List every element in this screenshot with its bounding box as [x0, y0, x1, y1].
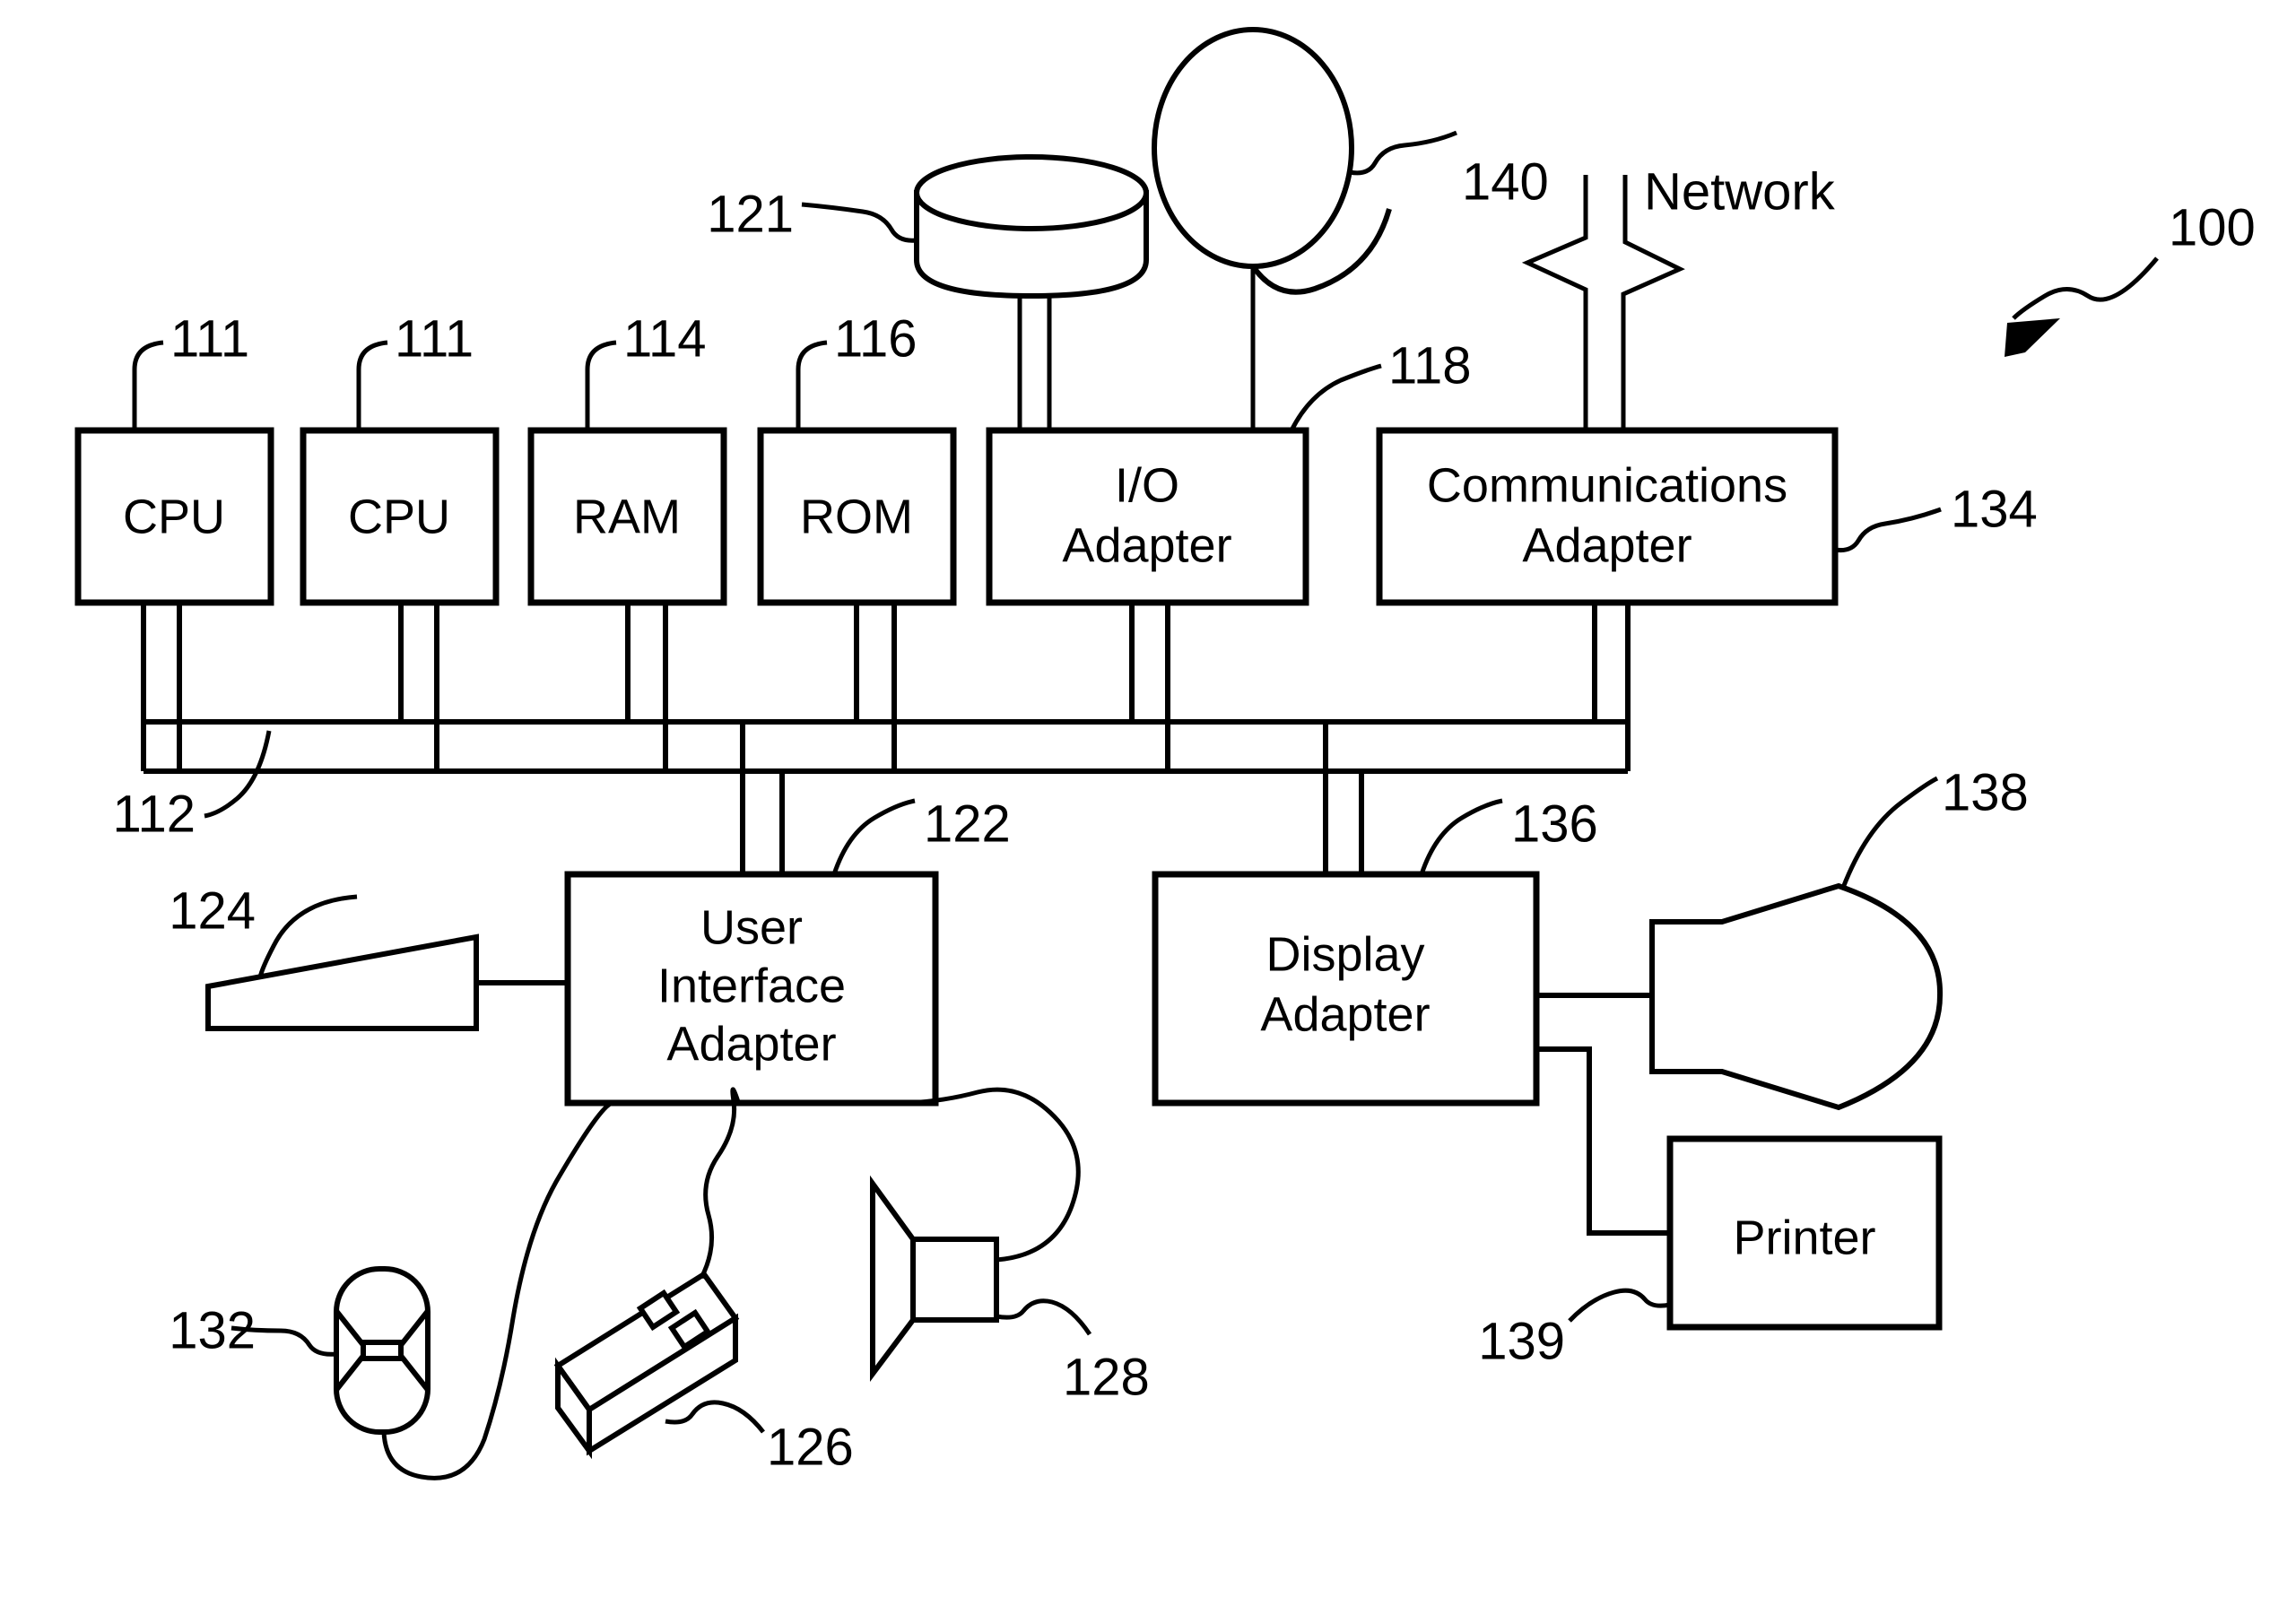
disk-drive-icon — [914, 154, 1149, 430]
figure-ref-arrow — [2005, 256, 2159, 357]
ref-121: 121 — [707, 185, 794, 243]
speaker-cone — [870, 1175, 916, 1382]
ref-116: 116 — [834, 309, 917, 368]
block-ui-adapter-label-2: Interface — [657, 959, 846, 1012]
ref-lead-111-b — [356, 340, 388, 430]
tape-reel-circle — [1152, 27, 1354, 269]
ref-112: 112 — [113, 785, 196, 843]
block-rom-label: ROM — [800, 490, 913, 543]
wire-display-printer — [1536, 1046, 1670, 1236]
ref-lead-134 — [1834, 507, 1942, 552]
ref-100: 100 — [2169, 198, 2256, 256]
block-io-adapter-rect[interactable] — [986, 427, 1309, 606]
ref-lead-122 — [831, 798, 916, 875]
ref-122: 122 — [924, 794, 1011, 853]
tape-reel-icon — [1152, 27, 1392, 430]
block-printer-label: Printer — [1733, 1211, 1875, 1264]
ref-126: 126 — [767, 1418, 854, 1476]
block-io-adapter-label-2: Adapter — [1062, 518, 1231, 572]
block-ram[interactable]: RAM — [527, 427, 727, 606]
cable-speaker — [896, 1087, 1081, 1263]
block-cpu-1-label: CPU — [123, 490, 225, 543]
figure-ref-leader — [2012, 256, 2159, 320]
disk-drive-top — [914, 154, 1149, 231]
crt-display-body — [1649, 882, 1944, 1111]
block-communications-adapter-rect[interactable] — [1376, 427, 1839, 606]
keyboard-icon — [205, 933, 568, 1031]
network-zigzag-left — [1521, 175, 1588, 430]
keyboard-body — [205, 933, 479, 1031]
block-display-adapter[interactable]: Display Adapter — [1152, 871, 1540, 1107]
ref-lead-111-a — [132, 340, 164, 430]
crt-display-icon — [1536, 882, 1944, 1111]
system-bus — [141, 719, 1628, 774]
ref-lead-140 — [1349, 130, 1457, 176]
ref-lead-118 — [1289, 363, 1382, 432]
ref-136: 136 — [1511, 794, 1598, 853]
ref-lead-114 — [585, 340, 617, 430]
ref-138: 138 — [1942, 763, 2029, 821]
block-comm-adapter-label-2: Adapter — [1522, 518, 1692, 572]
ref-132: 132 — [169, 1301, 256, 1359]
ref-111-a: 111 — [170, 309, 249, 368]
ref-124: 124 — [169, 881, 256, 940]
block-user-interface-adapter[interactable]: User Interface Adapter — [564, 871, 939, 1107]
block-comm-adapter-label-1: Communications — [1427, 458, 1787, 512]
block-cpu-2-label: CPU — [348, 490, 450, 543]
block-io-adapter-label-1: I/O — [1115, 458, 1179, 512]
ref-lead-136 — [1419, 798, 1503, 875]
ref-134: 134 — [1951, 480, 2038, 538]
trackball-body — [334, 1266, 430, 1435]
mouse-icon — [553, 1087, 742, 1460]
ref-139: 139 — [1478, 1312, 1565, 1370]
ref-114: 114 — [623, 309, 706, 368]
cable-mouse — [699, 1087, 742, 1280]
block-cpu-2[interactable]: CPU — [300, 427, 500, 606]
block-ui-adapter-label-3: Adapter — [666, 1017, 836, 1071]
block-communications-adapter[interactable]: Communications Adapter — [1376, 427, 1839, 606]
figure-ref-arrowhead — [2005, 318, 2060, 357]
block-display-adapter-label-1: Display — [1265, 927, 1424, 981]
block-rom[interactable]: ROM — [757, 427, 957, 606]
block-printer[interactable]: Printer — [1666, 1135, 1943, 1331]
ref-lead-121 — [801, 202, 918, 243]
ref-140: 140 — [1462, 152, 1549, 211]
ref-lead-128 — [996, 1298, 1092, 1336]
speaker-icon — [870, 1087, 1081, 1382]
ref-lead-116 — [796, 340, 828, 430]
ref-lead-138 — [1840, 776, 1939, 889]
patent-figure-canvas: CPU 111 CPU 111 RAM 114 ROM 116 I/O Adap… — [0, 0, 2296, 1606]
network-label: Network — [1644, 162, 1836, 221]
ref-118: 118 — [1388, 336, 1471, 395]
ref-128: 128 — [1063, 1348, 1150, 1406]
block-diagram: CPU 111 CPU 111 RAM 114 ROM 116 I/O Adap… — [74, 27, 2256, 1480]
block-io-adapter[interactable]: I/O Adapter — [986, 427, 1309, 606]
ref-111-b: 111 — [395, 309, 474, 368]
block-ram-label: RAM — [573, 490, 681, 543]
ref-lead-126 — [665, 1400, 765, 1434]
block-ui-adapter-label-1: User — [700, 900, 803, 954]
block-display-adapter-label-2: Adapter — [1260, 987, 1430, 1041]
speaker-magnet — [910, 1237, 999, 1323]
block-cpu-1[interactable]: CPU — [74, 427, 274, 606]
ref-lead-139 — [1568, 1288, 1671, 1323]
